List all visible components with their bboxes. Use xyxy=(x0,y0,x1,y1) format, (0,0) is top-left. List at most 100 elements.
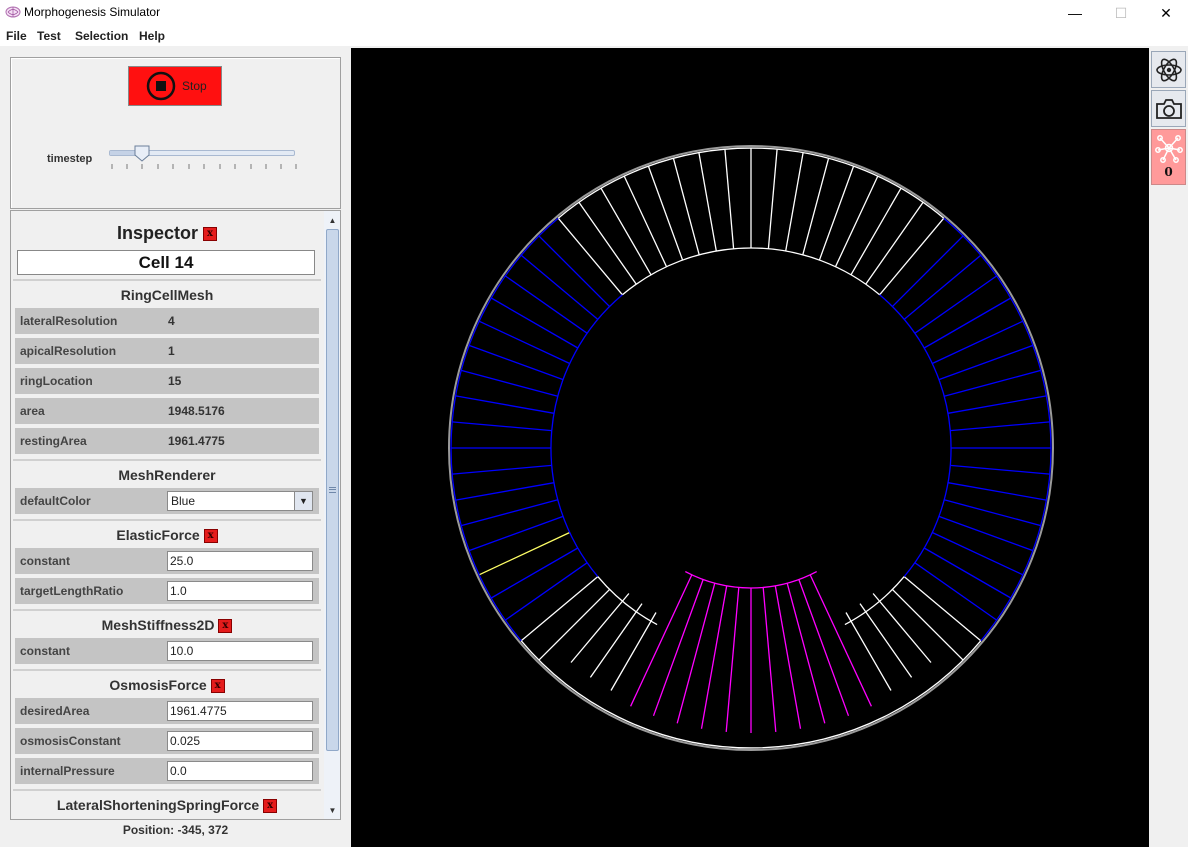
timestep-slider-thumb[interactable] xyxy=(133,144,151,162)
property-label: restingArea xyxy=(20,434,87,448)
property-label: osmosisConstant xyxy=(20,734,121,748)
property-label: internalPressure xyxy=(20,764,115,778)
remove-lateralshortening-button[interactable]: x xyxy=(263,799,278,814)
section-ringcellmesh: RingCellMesh xyxy=(13,279,321,307)
cell-edge xyxy=(767,149,778,249)
cell-edge xyxy=(461,369,558,397)
property-row: desiredArea xyxy=(15,698,319,724)
cell-edge xyxy=(610,612,657,691)
menu-bar: File Test Selection Help xyxy=(0,26,1188,46)
cell-edge xyxy=(785,152,804,252)
cell-edge xyxy=(520,576,599,642)
network-tool-button[interactable]: 0 xyxy=(1151,129,1186,185)
atom-tool-button[interactable] xyxy=(1151,51,1186,88)
cell-edge xyxy=(557,217,623,296)
cell-edge xyxy=(468,515,564,552)
cell-edge xyxy=(490,547,579,599)
property-row: restingArea 1961.4775 xyxy=(15,428,319,454)
elastic-constant-input[interactable] xyxy=(167,551,313,571)
minimize-button[interactable]: — xyxy=(1052,0,1098,26)
cell-edge xyxy=(914,562,998,621)
scroll-down-icon[interactable]: ▼ xyxy=(324,802,340,818)
cell-edge xyxy=(903,254,982,320)
section-lateralshorteningspringforce: LateralShorteningSpringForce x xyxy=(13,789,321,817)
cell-edge xyxy=(947,395,1047,414)
default-color-select[interactable]: Blue ▼ xyxy=(167,491,313,511)
inner-arc xyxy=(879,294,952,578)
property-label: defaultColor xyxy=(20,494,91,508)
title-bar: Morphogenesis Simulator — ☐ ✕ xyxy=(0,0,1188,26)
cell-edge xyxy=(589,603,643,678)
atom-icon xyxy=(1155,58,1182,81)
cell-edge xyxy=(891,235,964,308)
scroll-up-icon[interactable]: ▲ xyxy=(324,212,340,228)
cell-edge xyxy=(938,515,1034,552)
cell-edge xyxy=(600,187,652,276)
inspector-scrollbar[interactable]: ▲ ▼ xyxy=(324,211,340,819)
desired-area-input[interactable] xyxy=(167,701,313,721)
osmosis-constant-input[interactable] xyxy=(167,731,313,751)
cell-edge xyxy=(950,421,1050,432)
timestep-label: timestep xyxy=(47,153,93,165)
menu-file[interactable]: File xyxy=(6,29,27,43)
cell-edge xyxy=(578,201,637,285)
remove-osmosisforce-button[interactable]: x xyxy=(210,679,225,694)
inspector-title: Inspector xyxy=(116,223,198,243)
cell-edge xyxy=(950,464,1050,475)
cell-edge xyxy=(490,297,579,349)
cell-edge xyxy=(538,588,611,661)
cell-edge xyxy=(700,585,728,729)
cell-edge xyxy=(834,175,879,267)
property-row: defaultColor Blue ▼ xyxy=(15,488,319,514)
maximize-button[interactable]: ☐ xyxy=(1098,0,1144,26)
cell-edge xyxy=(938,344,1034,381)
cell-edge xyxy=(774,585,802,729)
close-button[interactable]: ✕ xyxy=(1143,0,1188,26)
scrollbar-thumb[interactable] xyxy=(326,229,339,751)
cell-edge xyxy=(947,482,1047,501)
cell-edge xyxy=(504,562,588,621)
internal-pressure-input[interactable] xyxy=(167,761,313,781)
cell-edge xyxy=(798,579,850,717)
close-inspector-button[interactable]: x xyxy=(203,227,218,242)
simulation-canvas[interactable] xyxy=(351,48,1149,847)
stop-button[interactable]: Stop xyxy=(128,66,222,106)
cell-edge xyxy=(932,531,1024,576)
property-value: 4 xyxy=(168,314,175,328)
cell-edge xyxy=(818,165,855,261)
property-value: 1 xyxy=(168,344,175,358)
property-row: area 1948.5176 xyxy=(15,398,319,424)
inner-arc xyxy=(550,294,623,578)
menu-help[interactable]: Help xyxy=(139,29,165,43)
stiffness-constant-input[interactable] xyxy=(167,641,313,661)
menu-test[interactable]: Test xyxy=(37,29,61,43)
cell-edge xyxy=(944,499,1041,527)
cell-edge xyxy=(802,158,830,255)
cell-edge xyxy=(455,395,555,414)
camera-icon xyxy=(1155,98,1182,119)
property-label: apicalResolution xyxy=(20,344,117,358)
cell-edge xyxy=(647,165,684,261)
cell-edge xyxy=(452,421,552,432)
cell-edge xyxy=(478,320,570,365)
cell-edge xyxy=(676,583,716,724)
camera-tool-button[interactable] xyxy=(1151,90,1186,127)
property-label: constant xyxy=(20,644,71,658)
property-row: constant xyxy=(15,548,319,574)
property-row: lateralResolution 4 xyxy=(15,308,319,334)
chevron-down-icon[interactable]: ▼ xyxy=(294,492,312,510)
remove-meshstiffness-button[interactable]: x xyxy=(218,619,233,634)
target-length-ratio-input[interactable] xyxy=(167,581,313,601)
inner-arc xyxy=(684,571,818,589)
grip-icon xyxy=(329,487,336,493)
property-value: 15 xyxy=(168,374,182,388)
menu-selection[interactable]: Selection xyxy=(75,29,128,43)
section-title: MeshStiffness2D xyxy=(101,617,215,633)
cell-edge xyxy=(468,344,564,381)
cell-edge xyxy=(724,149,735,249)
section-meshrenderer: MeshRenderer xyxy=(13,459,321,487)
remove-elasticforce-button[interactable]: x xyxy=(203,529,218,544)
section-title: ElasticForce xyxy=(116,527,200,543)
cell-edge xyxy=(944,369,1041,397)
property-row: apicalResolution 1 xyxy=(15,338,319,364)
